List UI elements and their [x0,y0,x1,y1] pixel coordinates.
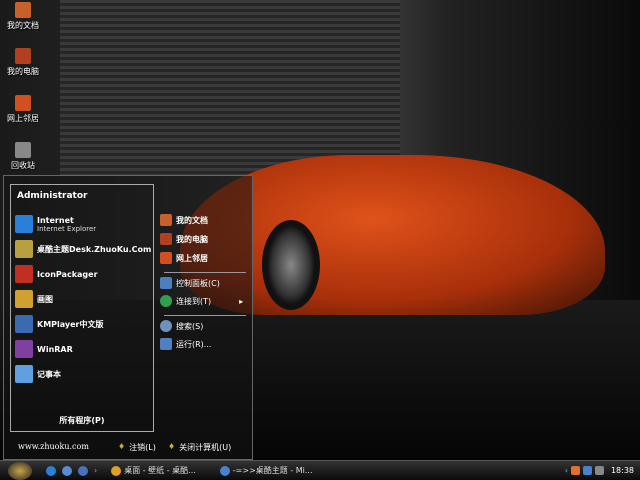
chevron-left-icon[interactable]: ‹ [565,466,568,475]
program-paint[interactable]: 画图 [15,290,53,308]
label: KMPlayer中文版 [37,319,104,329]
winrar-icon [15,340,33,358]
label: 我的文档 [7,21,39,30]
label: 控制面板(C) [176,278,220,288]
paint-icon [15,290,33,308]
chrome-icon [111,465,122,476]
documents-icon [160,214,172,226]
network-icon [15,95,31,111]
taskbar-item[interactable]: -=>>桌酷主题 - Mi... [219,465,313,476]
all-programs-button[interactable]: 所有程序(P) [11,415,153,426]
tray-app-icon[interactable] [570,466,580,475]
control-panel[interactable]: 控制面板(C) [160,277,220,289]
desktop-icon-my-documents[interactable]: 我的文档 [2,2,44,31]
label: 我的文档 [176,215,208,225]
computer-icon [160,233,172,245]
place-network[interactable]: 网上邻居 [160,252,208,264]
place-my-computer[interactable]: 我的电脑 [160,233,208,245]
label: WinRAR [37,344,73,354]
connect-to[interactable]: 连接到(T) ▸ [160,295,243,307]
clock[interactable]: 18:38 [611,466,634,475]
notepad-icon [15,365,33,383]
kmplayer-icon [15,315,33,333]
label: 关闭计算机(U) [179,443,232,452]
program-iconpackager[interactable]: IconPackager [15,265,98,283]
control-panel-icon [160,277,172,289]
label: IconPackager [37,269,98,279]
volume-icon[interactable] [594,466,604,475]
ie-icon [219,465,230,476]
label: -=>>桌酷主题 - Mi... [232,466,313,475]
shutdown-icon: ♦ [168,442,176,451]
globe-icon [160,295,172,307]
desktop-icon-recycle-bin[interactable]: 回收站 [2,142,44,171]
label: 桌酷主题Desk.ZhuoKu.Com [37,244,152,254]
label: 运行(R)... [176,339,212,349]
desktop-quicklaunch-icon[interactable] [78,465,88,476]
label: 搜索(S) [176,321,204,331]
recycle-bin-icon [15,142,31,158]
place-my-documents[interactable]: 我的文档 [160,214,208,226]
logoff-icon: ♦ [118,442,126,451]
label: 桌面 - 壁纸 - 桌酷... [124,466,196,475]
start-menu: Administrator Internet Internet Explorer … [3,175,253,460]
wallpaper-garage-door [60,0,400,175]
search-icon [160,320,172,332]
taskbar: › 桌面 - 壁纸 - 桌酷... -=>>桌酷主题 - Mi... ‹ 18:… [0,460,640,480]
desktop-icon-my-computer[interactable]: 我的电脑 [2,48,44,77]
ie-icon [15,215,33,233]
label: Internet [37,215,74,225]
wallpaper-wheel [262,220,320,310]
run-icon [160,338,172,350]
label: 我的电脑 [7,67,39,76]
program-kmplayer[interactable]: KMPlayer中文版 [15,315,104,333]
search[interactable]: 搜索(S) [160,320,203,332]
ie-quicklaunch-icon[interactable] [46,465,56,476]
start-button[interactable] [8,461,32,480]
network-icon [160,252,172,264]
program-notepad[interactable]: 记事本 [15,365,61,383]
chevron-right-icon[interactable]: › [94,466,97,475]
desktop-icon-network[interactable]: 网上邻居 [2,95,44,124]
browser-quicklaunch-icon[interactable] [62,465,72,476]
iconpackager-icon [15,265,33,283]
program-winrar[interactable]: WinRAR [15,340,73,358]
divider [164,272,246,273]
program-zhuoku[interactable]: 桌酷主题Desk.ZhuoKu.Com [15,240,151,258]
user-name: Administrator [17,191,88,201]
label: 我的电脑 [176,234,208,244]
shutdown-button[interactable]: ♦ 关闭计算机(U) [168,442,231,453]
run[interactable]: 运行(R)... [160,338,211,350]
documents-icon [15,2,31,18]
network-tray-icon[interactable] [582,466,592,475]
label: 连接到(T) [176,296,212,306]
label: 画图 [37,294,53,304]
label: 网上邻居 [7,114,39,123]
label: 注销(L) [129,443,156,452]
logoff-button[interactable]: ♦ 注销(L) [118,442,156,453]
sublabel: Internet Explorer [37,224,97,233]
divider [164,315,246,316]
computer-icon [15,48,31,64]
system-tray: ‹ 18:38 [565,466,640,475]
label: 网上邻居 [176,253,208,263]
website-link[interactable]: www.zhuoku.com [18,442,89,451]
chevron-right-icon: ▸ [239,296,244,306]
program-internet-explorer[interactable]: Internet Internet Explorer [15,215,96,233]
zhuoku-icon [15,240,33,258]
taskbar-item[interactable]: 桌面 - 壁纸 - 桌酷... [111,465,196,476]
programs-pane: Administrator Internet Internet Explorer … [10,184,154,432]
label: 记事本 [37,369,61,379]
label: 回收站 [11,161,35,170]
